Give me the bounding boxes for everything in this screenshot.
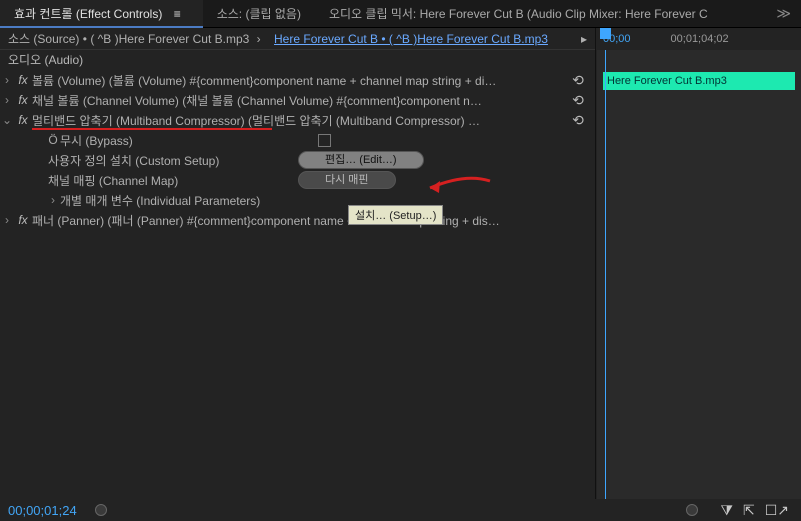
playhead[interactable]	[605, 50, 606, 499]
caret-icon[interactable]: ›	[0, 93, 14, 107]
param-channel-map-row: 채널 매핑 (Channel Map) 다시 매핀	[0, 170, 595, 190]
ruler-end: 00;01;04;02	[671, 33, 729, 45]
param-label: 채널 매핑 (Channel Map)	[48, 172, 298, 189]
reset-icon[interactable]: ⟲	[567, 72, 589, 89]
remap-button-label: 다시 매핀	[325, 174, 369, 186]
remap-button[interactable]: 다시 매핀	[298, 171, 396, 189]
zoom-handle-left[interactable]	[95, 504, 107, 516]
caret-icon[interactable]: ›	[253, 32, 265, 46]
effect-label: 채널 볼륨 (Channel Volume) (채널 볼륨 (Channel V…	[32, 92, 567, 109]
param-label: 개별 매개 변수 (Individual Parameters)	[60, 192, 589, 209]
param-label: 사용자 정의 설치 (Custom Setup)	[48, 152, 298, 169]
tab-audio-clip-mixer[interactable]: 오디오 클립 믹서: Here Forever Cut B (Audio Cli…	[315, 0, 766, 28]
reset-icon[interactable]: ⟲	[567, 92, 589, 109]
section-audio: 오디오 (Audio)	[0, 50, 595, 70]
caret-icon[interactable]: ›	[0, 213, 14, 227]
caret-down-icon[interactable]: ⌄	[0, 113, 14, 127]
reset-icon[interactable]: ⟲	[567, 112, 589, 129]
param-custom-setup-row: 사용자 정의 설치 (Custom Setup) 편집… (Edit…)	[0, 150, 595, 170]
fx-icon[interactable]: fx	[14, 93, 32, 107]
effect-volume-row[interactable]: › fx 볼륨 (Volume) (볼륨 (Volume) #{comment}…	[0, 70, 595, 90]
fx-icon[interactable]: fx	[14, 113, 32, 127]
timeline-tools: ⧩ ⇱ ☐↗	[708, 502, 801, 519]
effect-multiband-row[interactable]: ⌄ fx 멀티밴드 압축기 (Multiband Compressor) (멀티…	[0, 110, 595, 130]
timeline-body[interactable]: Here Forever Cut B.mp3	[597, 50, 801, 499]
timeline-ruler[interactable]: 00;00 00;01;04;02	[597, 28, 801, 50]
effect-panner-row[interactable]: › fx 패너 (Panner) (패너 (Panner) #{comment}…	[0, 210, 595, 230]
panel-tabs: 효과 컨트롤 (Effect Controls) ≡ 소스: (클립 없음) 오…	[0, 0, 801, 28]
timecode-display[interactable]: 00;00;01;24	[0, 503, 85, 518]
source-prefix: 소스 (Source) •	[8, 32, 87, 46]
tab-source-none[interactable]: 소스: (클립 없음)	[203, 0, 315, 28]
tab-effect-controls[interactable]: 효과 컨트롤 (Effect Controls) ≡	[0, 0, 203, 28]
bottom-bar: 00;00;01;24 ⧩ ⇱ ☐↗	[0, 499, 801, 521]
annotation-underline	[32, 128, 272, 130]
param-label: 무시 (Bypass)	[60, 132, 300, 149]
source-clip-name: ( ^B )Here Forever Cut B.mp3	[90, 32, 249, 46]
zoom-handle-right[interactable]	[686, 504, 698, 516]
source-header: 소스 (Source) • ( ^B )Here Forever Cut B.m…	[0, 28, 595, 50]
export-icon[interactable]: ☐↗	[765, 502, 789, 519]
clip-bar[interactable]: Here Forever Cut B.mp3	[603, 72, 795, 90]
panel-menu-icon[interactable]: ≡	[166, 7, 189, 21]
filter-icon[interactable]: ⧩	[720, 502, 733, 519]
tab-label: 효과 컨트롤 (Effect Controls)	[14, 7, 162, 21]
tabs-overflow-icon[interactable]: ≫	[766, 5, 801, 22]
param-bypass-row[interactable]: Ö 무시 (Bypass)	[0, 130, 595, 150]
tooltip: 설치… (Setup…)	[348, 205, 443, 225]
fx-icon[interactable]: fx	[14, 73, 32, 87]
caret-icon[interactable]: ›	[46, 193, 60, 207]
caret-icon[interactable]: ›	[0, 73, 14, 87]
in-out-icon[interactable]: ⇱	[743, 502, 755, 519]
header-toggle-icon[interactable]: ▸	[581, 28, 587, 50]
param-individual-row[interactable]: › 개별 매개 변수 (Individual Parameters)	[0, 190, 595, 210]
sequence-clip-link[interactable]: Here Forever Cut B • ( ^B )Here Forever …	[274, 32, 548, 46]
effect-controls-panel: 소스 (Source) • ( ^B )Here Forever Cut B.m…	[0, 28, 596, 499]
bypass-checkbox[interactable]	[318, 134, 331, 147]
stopwatch-icon[interactable]: Ö	[46, 133, 60, 147]
main-area: 소스 (Source) • ( ^B )Here Forever Cut B.m…	[0, 28, 801, 521]
fx-icon[interactable]: fx	[14, 213, 32, 227]
timeline-panel: 00;00 00;01;04;02 Here Forever Cut B.mp3	[597, 28, 801, 499]
effect-label: 멀티밴드 압축기 (Multiband Compressor) (멀티밴드 압축…	[32, 112, 567, 129]
effect-channel-volume-row[interactable]: › fx 채널 볼륨 (Channel Volume) (채널 볼륨 (Chan…	[0, 90, 595, 110]
effect-label: 볼륨 (Volume) (볼륨 (Volume) #{comment}compo…	[32, 72, 567, 89]
zoom-scrollbar[interactable]	[95, 507, 699, 513]
effect-label: 패너 (Panner) (패너 (Panner) #{comment}compo…	[32, 212, 589, 229]
edit-button[interactable]: 편집… (Edit…)	[298, 151, 424, 169]
